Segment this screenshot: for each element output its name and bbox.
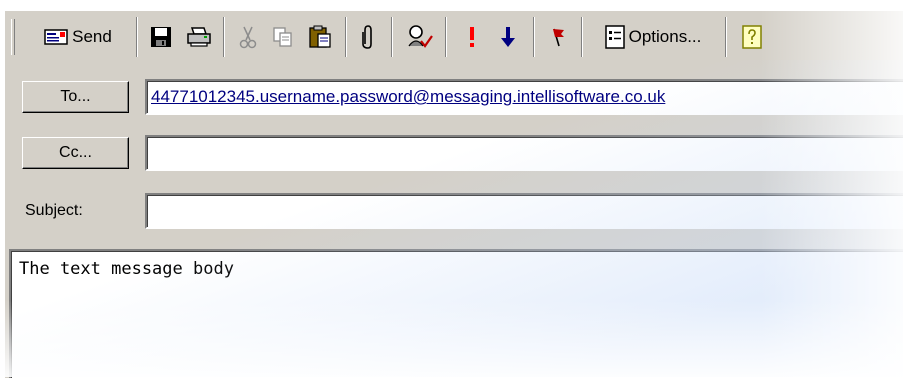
help-icon: [742, 25, 762, 49]
printer-icon: [186, 26, 212, 48]
cc-button-label: Cc...: [59, 144, 92, 161]
options-button[interactable]: Options...: [591, 21, 715, 53]
check-names-icon: [406, 24, 434, 50]
save-button[interactable]: [145, 21, 177, 53]
down-arrow-icon: [500, 25, 516, 49]
importance-low-button[interactable]: [493, 21, 523, 53]
print-button[interactable]: [181, 21, 217, 53]
subject-field[interactable]: [145, 193, 903, 229]
envelope-icon: [44, 28, 68, 46]
toolbar-separator: [533, 17, 535, 57]
help-button[interactable]: [737, 21, 767, 53]
flag-button[interactable]: [543, 21, 573, 53]
copy-button[interactable]: [267, 21, 299, 53]
flag-icon: [550, 26, 566, 48]
toolbar-separator: [725, 17, 727, 57]
importance-high-button[interactable]: [457, 21, 487, 53]
send-button[interactable]: Send: [27, 21, 129, 53]
paste-button[interactable]: [303, 21, 337, 53]
clipboard-icon: [308, 25, 332, 49]
exclamation-icon: [467, 25, 477, 49]
message-body-editor[interactable]: The text message body: [9, 249, 903, 378]
to-button[interactable]: To...: [22, 81, 129, 113]
attach-file-button[interactable]: [354, 21, 382, 53]
toolbar-separator: [445, 17, 447, 57]
toolbar-separator: [391, 17, 393, 57]
options-label: Options...: [628, 27, 702, 46]
floppy-disk-icon: [150, 26, 172, 48]
paperclip-icon: [361, 24, 375, 50]
to-button-label: To...: [60, 88, 91, 105]
toolbar-separator: [345, 17, 347, 57]
options-icon: [604, 25, 625, 49]
toolbar-separator: [223, 17, 225, 57]
toolbar-separator: [136, 17, 138, 57]
to-recipient-address[interactable]: 44771012345.username.password@messaging.…: [151, 87, 665, 106]
copy-icon: [272, 26, 294, 48]
to-field[interactable]: 44771012345.username.password@messaging.…: [145, 79, 903, 115]
subject-label: Subject:: [25, 202, 83, 219]
message-compose-window: Send Options... To... 44771012345.userna…: [4, 10, 903, 378]
toolbar-grip[interactable]: [11, 19, 15, 55]
toolbar-separator: [581, 17, 583, 57]
cc-button[interactable]: Cc...: [22, 137, 129, 169]
check-names-button[interactable]: [401, 21, 439, 53]
scissors-icon: [239, 25, 257, 49]
standard-toolbar: Send Options...: [5, 11, 903, 59]
send-label: Send: [72, 27, 112, 46]
cc-field[interactable]: [145, 135, 903, 171]
message-body-text: The text message body: [19, 259, 234, 279]
cut-button[interactable]: [233, 21, 263, 53]
